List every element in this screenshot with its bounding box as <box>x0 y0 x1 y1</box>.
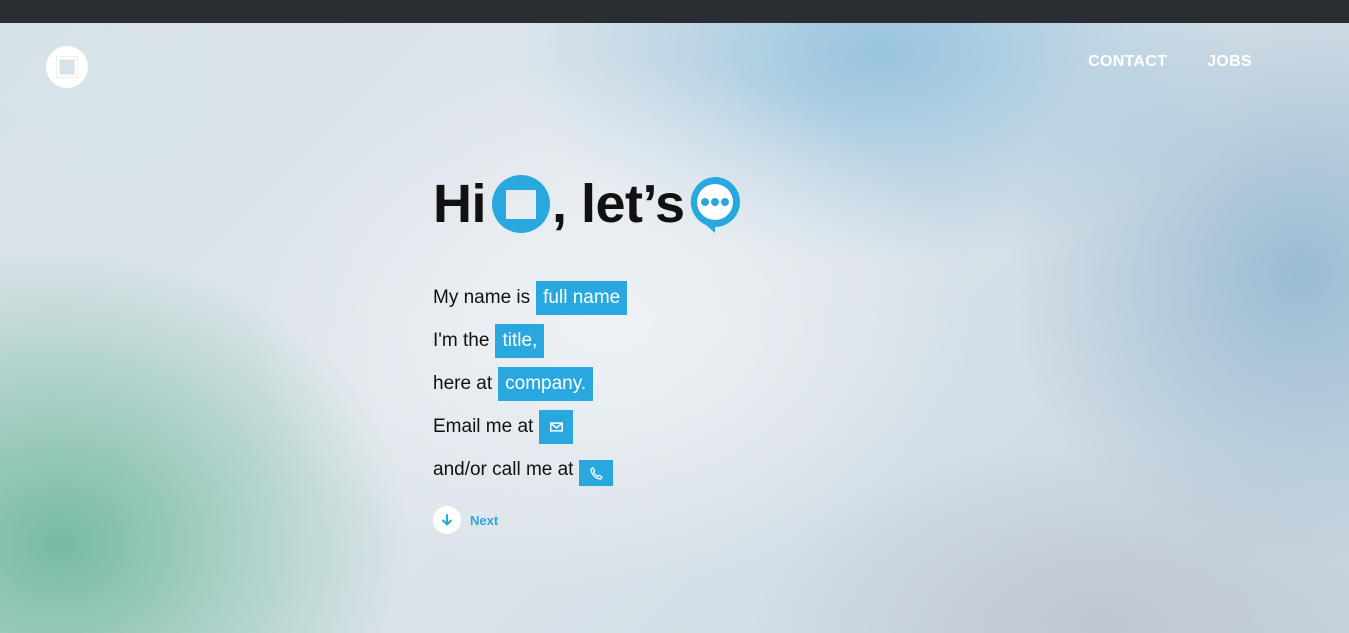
name-label: My name is <box>433 286 531 308</box>
full-name-field[interactable]: full name <box>536 280 628 315</box>
heading-lets: , let’s <box>552 174 685 234</box>
phone-field[interactable] <box>579 460 614 486</box>
nav-jobs-link[interactable]: JOBS <box>1207 53 1252 71</box>
browser-top-bar <box>0 0 1349 23</box>
heading-hi: Hi <box>433 174 487 234</box>
email-line: Email me at <box>433 405 933 448</box>
phone-line: and/or call me at <box>433 448 933 491</box>
name-line: My name is full name <box>433 276 933 319</box>
phone-icon <box>590 466 603 480</box>
page-heading: Hi , let’s <box>433 173 933 235</box>
title-label: I'm the <box>433 329 490 351</box>
page-background: CONTACT JOBS Hi , let’s My name is full … <box>0 23 1349 633</box>
company-label: here at <box>433 372 493 394</box>
next-button[interactable]: Next <box>433 506 933 534</box>
form-lines: My name is full name I'm the title, here… <box>433 276 933 491</box>
top-nav: CONTACT JOBS <box>1088 53 1252 71</box>
company-line: here at company. <box>433 362 933 405</box>
brand-mark-icon <box>492 174 550 234</box>
nav-contact-link[interactable]: CONTACT <box>1088 53 1167 71</box>
email-field[interactable] <box>539 409 574 444</box>
company-field[interactable]: company. <box>498 366 594 401</box>
logo-icon[interactable] <box>44 44 90 90</box>
next-label: Next <box>470 512 499 528</box>
chat-bubble-icon <box>688 174 742 234</box>
email-label: Email me at <box>433 415 534 437</box>
title-line: I'm the title, <box>433 319 933 362</box>
envelope-icon <box>549 421 563 432</box>
contact-form: Hi , let’s My name is full name I'm the … <box>433 173 933 534</box>
phone-label: and/or call me at <box>433 458 574 480</box>
arrow-down-icon <box>433 506 461 534</box>
title-field[interactable]: title, <box>495 323 545 358</box>
